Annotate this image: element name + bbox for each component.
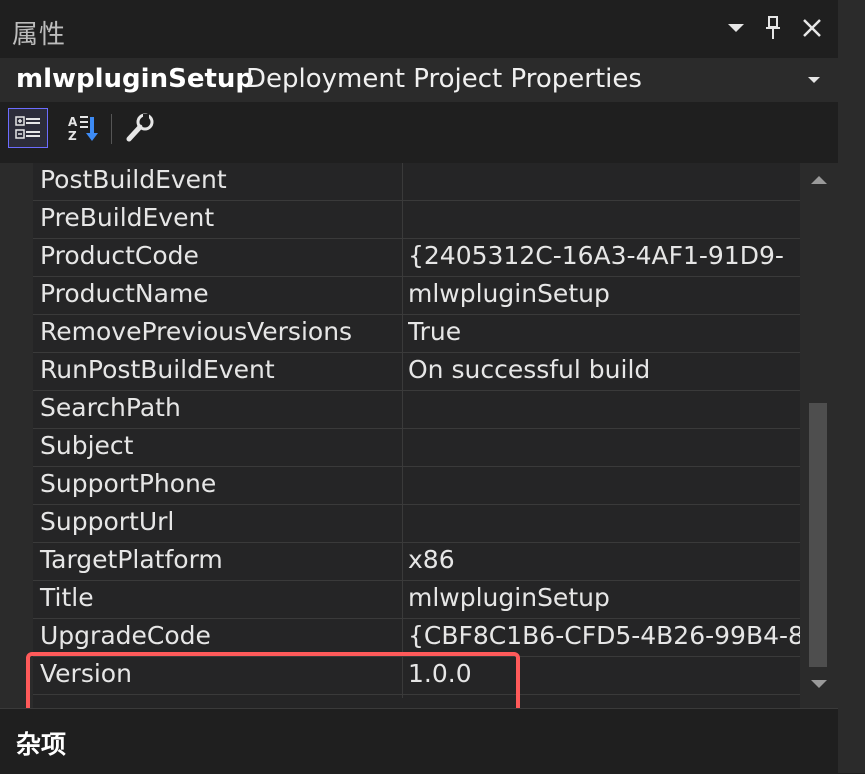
property-value[interactable]: True [408,317,800,346]
grid-gutter [0,163,33,708]
property-row-version[interactable]: Version 1.0.0 [33,657,800,695]
property-row-supportphone[interactable]: SupportPhone [33,467,800,505]
property-value[interactable]: x86 [408,545,800,574]
property-value[interactable]: mlwpluginSetup [408,279,800,308]
property-value[interactable]: mlwpluginSetup [408,583,800,612]
description-pane: 杂项 [0,708,838,774]
property-name: ProductName [40,279,209,308]
wrench-icon[interactable] [120,108,160,148]
property-row-upgradecode[interactable]: UpgradeCode {CBF8C1B6-CFD5-4B26-99B4-8 [33,619,800,657]
property-row-productcode[interactable]: ProductCode {2405312C-16A3-4AF1-91D9- [33,239,800,277]
property-name: RemovePreviousVersions [40,317,353,346]
property-row-supporturl[interactable]: SupportUrl [33,505,800,543]
property-name: UpgradeCode [40,621,211,650]
properties-toolbar: A Z [0,102,838,156]
property-row-prebuildevent[interactable]: PreBuildEvent [33,201,800,239]
chevron-down-icon[interactable] [802,68,826,92]
property-row-productname[interactable]: ProductName mlwpluginSetup [33,277,800,315]
object-name: mlwpluginSetup [16,64,254,94]
chevron-down-icon[interactable] [720,10,752,46]
close-icon[interactable] [796,10,828,46]
categorized-view-icon[interactable] [8,108,48,148]
property-name: ProductCode [40,241,199,270]
property-name: SupportPhone [40,469,217,498]
property-row-searchpath[interactable]: SearchPath [33,391,800,429]
property-row-subject[interactable]: Subject [33,429,800,467]
pin-icon[interactable] [757,10,789,46]
svg-text:Z: Z [68,129,77,143]
property-row-targetplatform[interactable]: TargetPlatform x86 [33,543,800,581]
property-name: PreBuildEvent [40,203,215,232]
vertical-scrollbar[interactable] [800,163,838,708]
property-name: Version [40,659,132,688]
description-title: 杂项 [16,730,67,759]
object-type: Deployment Project Properties [246,64,642,94]
scroll-up-icon[interactable] [808,169,830,191]
panel-title: 属性 [12,20,67,50]
property-name: SearchPath [40,393,181,422]
scroll-down-icon[interactable] [808,673,830,695]
property-name: Subject [40,431,134,460]
property-row-runpostbuildevent[interactable]: RunPostBuildEvent On successful build [33,353,800,391]
property-row-removepreviousversions[interactable]: RemovePreviousVersions True [33,315,800,353]
property-value[interactable]: 1.0.0 [408,659,800,688]
scrollbar-thumb[interactable] [809,403,827,667]
svg-text:A: A [68,115,78,129]
properties-panel: 属性 mlwpluginSetup Deployment Project Pro… [0,0,838,774]
property-name: SupportUrl [40,507,175,536]
property-name: Title [40,583,94,612]
title-bar: 属性 [0,0,838,58]
property-value[interactable]: On successful build [408,355,800,384]
property-name: TargetPlatform [40,545,223,574]
panel-splitter[interactable] [838,0,865,773]
property-grid: PostBuildEvent PreBuildEvent ProductCode… [0,163,838,708]
property-name: RunPostBuildEvent [40,355,275,384]
property-value[interactable]: {2405312C-16A3-4AF1-91D9- [408,241,800,270]
property-name: PostBuildEvent [40,165,227,194]
property-row-postbuildevent[interactable]: PostBuildEvent [33,163,800,201]
property-value[interactable]: {CBF8C1B6-CFD5-4B26-99B4-8 [408,621,800,650]
alphabetical-sort-icon[interactable]: A Z [62,108,102,148]
object-selector[interactable]: mlwpluginSetup Deployment Project Proper… [0,58,838,102]
property-row-title[interactable]: Title mlwpluginSetup [33,581,800,619]
toolbar-separator [111,114,112,144]
